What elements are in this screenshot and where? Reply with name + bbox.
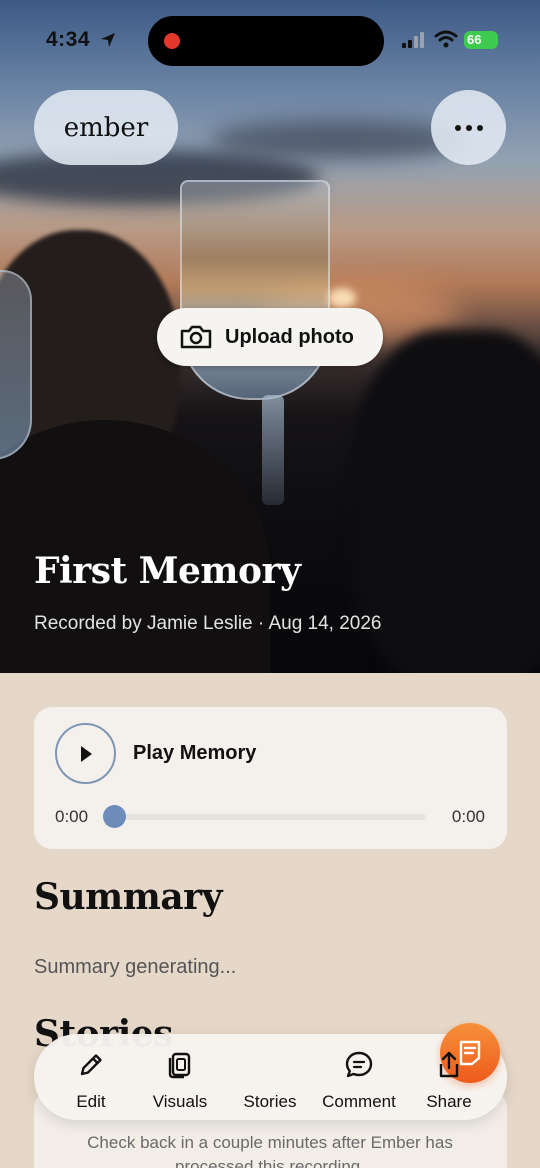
tab-comment-label: Comment <box>322 1092 396 1111</box>
recording-indicator <box>164 33 180 49</box>
audio-player-card: Play Memory 0:00 0:00 <box>34 707 507 849</box>
tab-edit-label: Edit <box>76 1092 106 1111</box>
tab-visuals-label: Visuals <box>152 1092 208 1111</box>
location-arrow-icon <box>101 33 115 47</box>
upload-photo-label: Upload photo <box>225 325 354 348</box>
photo-wine-glass <box>180 180 330 400</box>
brand-button[interactable]: ember <box>34 90 178 165</box>
tab-share-label: Share <box>426 1092 472 1111</box>
tab-stories[interactable]: Stories <box>234 1023 500 1120</box>
more-dot-icon <box>476 124 483 131</box>
comment-icon <box>345 1051 373 1078</box>
more-dot-icon <box>454 124 461 131</box>
status-time: 4:34 <box>46 28 91 51</box>
stories-message: Check back in a couple minutes after Emb… <box>87 1133 453 1168</box>
summary-text: Summary generating... <box>34 956 237 978</box>
photo-glass-left <box>0 270 32 460</box>
play-button[interactable] <box>55 723 116 784</box>
photo-wine-glass-stem <box>262 395 284 505</box>
battery-level: 66 <box>467 32 482 47</box>
tab-share[interactable]: Share <box>414 1034 484 1120</box>
bottom-tab-bar: Edit Visuals Stories Comment Share <box>34 1023 507 1120</box>
memory-subtitle: Recorded by Jamie Leslie · Aug 14, 2026 <box>34 613 382 634</box>
cellular-signal-icon <box>402 32 424 48</box>
camera-icon <box>180 325 212 349</box>
play-memory-label: Play Memory <box>133 742 257 764</box>
share-icon <box>439 1051 459 1078</box>
progress-knob[interactable] <box>102 805 126 828</box>
battery-indicator: 66 <box>464 31 498 49</box>
photo-light <box>328 288 356 308</box>
progress-track[interactable] <box>114 814 426 820</box>
memory-title: First Memory <box>34 550 301 592</box>
upload-photo-button[interactable]: Upload photo <box>157 308 383 366</box>
play-icon <box>80 745 92 762</box>
status-bar: 4:34 66 <box>0 0 540 80</box>
more-options-button[interactable] <box>431 90 506 165</box>
summary-heading: Summary <box>34 876 223 918</box>
visuals-icon <box>168 1052 191 1079</box>
wifi-icon <box>434 30 458 48</box>
brand-logo-text: ember <box>63 112 149 143</box>
dynamic-island <box>148 16 384 66</box>
duration-time: 0:00 <box>451 807 485 826</box>
current-time: 0:00 <box>55 807 89 826</box>
pencil-icon <box>80 1054 102 1076</box>
tab-visuals[interactable]: Visuals <box>145 1034 215 1120</box>
tab-stories-label: Stories <box>243 1092 297 1111</box>
photo-person-shoulder <box>0 420 270 673</box>
tab-edit[interactable]: Edit <box>56 1034 126 1120</box>
more-dot-icon <box>465 124 472 131</box>
tab-comment[interactable]: Comment <box>317 1034 401 1120</box>
